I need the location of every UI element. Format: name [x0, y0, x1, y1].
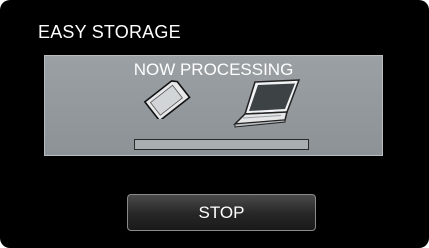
- stop-button[interactable]: STOP: [127, 194, 316, 231]
- progress-bar: [134, 139, 309, 150]
- laptop-icon: [225, 78, 309, 135]
- processing-panel: NOW PROCESSING: [44, 55, 383, 156]
- memory-card-icon: [142, 79, 194, 124]
- screen-title: EASY STORAGE: [38, 22, 181, 42]
- status-text: NOW PROCESSING: [133, 60, 294, 79]
- easy-storage-screen: EASY STORAGE NOW PROCESSING STOP: [0, 0, 429, 248]
